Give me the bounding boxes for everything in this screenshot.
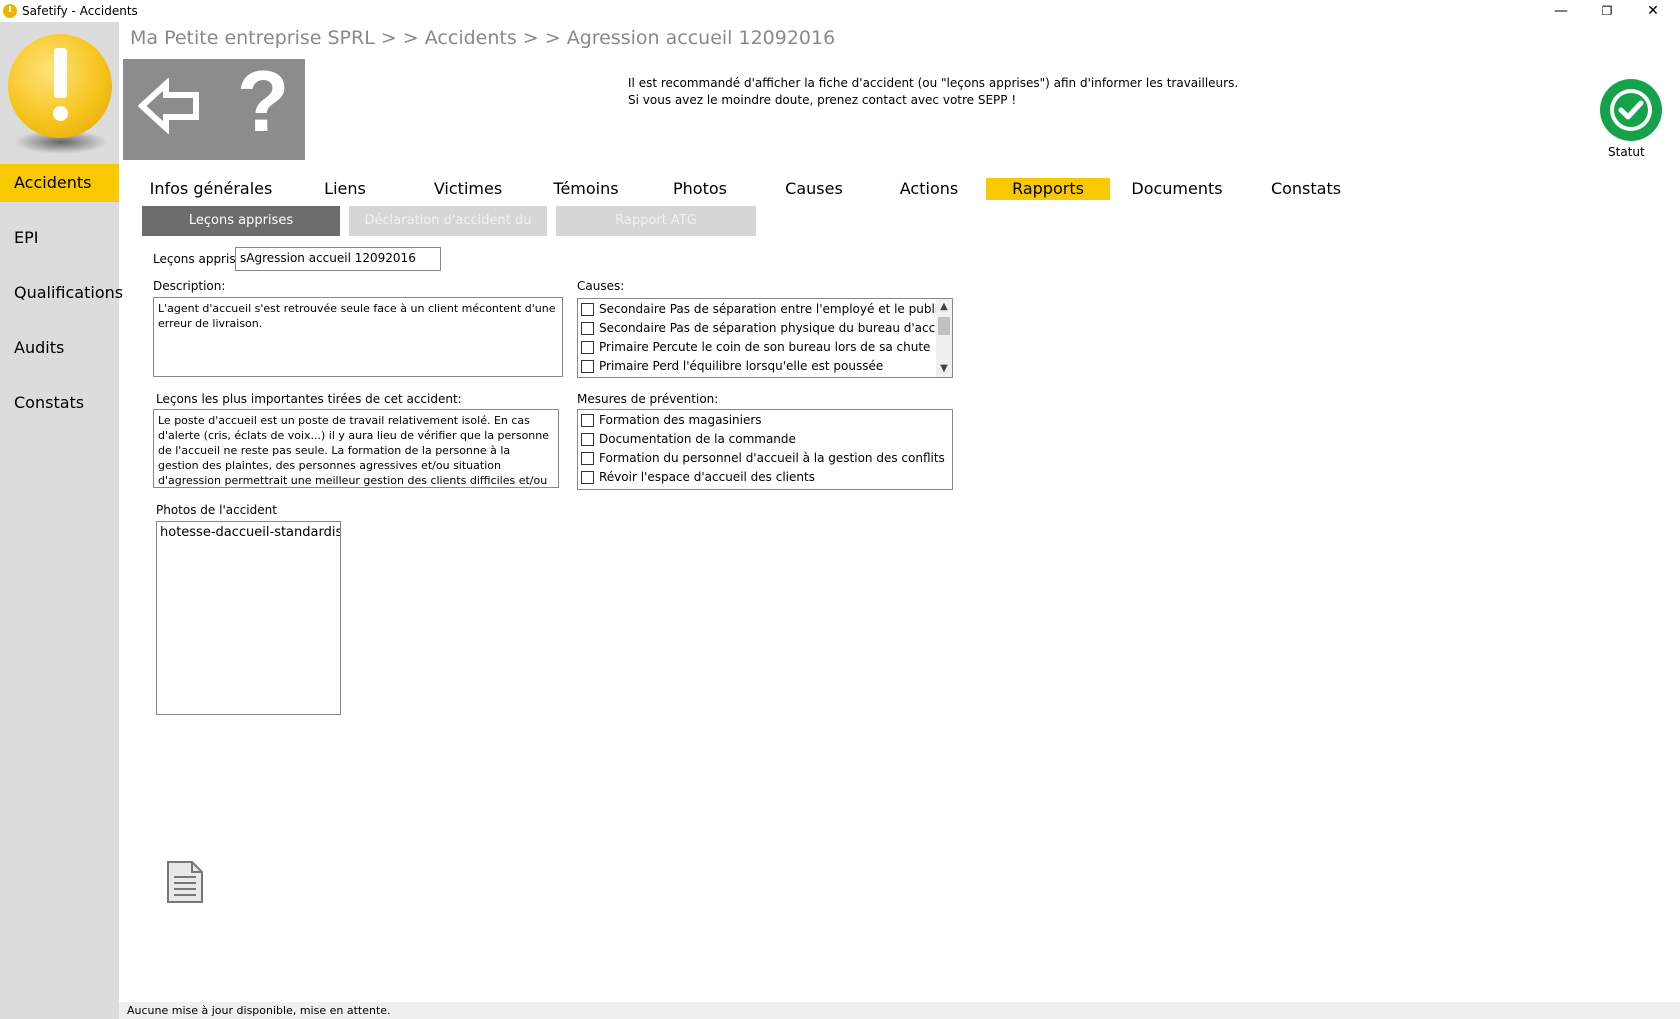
mesure-item[interactable]: Documentation de la commande (581, 430, 796, 449)
photos-label: Photos de l'accident (156, 503, 277, 517)
sidebar-item-epi[interactable]: EPI (0, 219, 119, 257)
status-bar: Aucune mise à jour disponible, mise en a… (119, 1002, 1680, 1019)
scroll-up-icon[interactable]: ▲ (936, 299, 952, 315)
mesures-label: Mesures de prévention: (577, 392, 719, 406)
notice-line-1: Il est recommandé d'afficher la fiche d'… (628, 76, 1239, 90)
sidebar-item-label: Constats (14, 393, 85, 412)
photo-item[interactable]: hotesse-daccueil-standardiste (160, 525, 340, 540)
window-title: Safetify - Accidents (22, 4, 138, 18)
sidebar-item-label: Audits (14, 338, 65, 357)
causes-list[interactable]: Secondaire Pas de séparation entre l'emp… (577, 298, 953, 378)
notice-text: Il est recommandé d'afficher la fiche d'… (628, 75, 1238, 109)
cause-text: Primaire Percute le coin de son bureau l… (599, 340, 931, 354)
tab-liens[interactable]: Liens (310, 178, 380, 200)
description-label: Description: (153, 279, 226, 293)
cause-item[interactable]: Primaire Percute le coin de son bureau l… (581, 338, 930, 357)
mesure-text: Révoir l'espace d'accueil des clients (599, 470, 815, 484)
cause-text: Primaire Perd l'équilibre lorsqu'elle es… (599, 359, 884, 373)
help-icon[interactable]: ? (228, 59, 298, 145)
sidebar-item-label: EPI (14, 228, 39, 247)
checkbox[interactable] (581, 341, 594, 354)
tab-temoins[interactable]: Témoins (536, 178, 636, 200)
checkbox[interactable] (581, 303, 594, 316)
important-lessons-textarea[interactable]: Le poste d'accueil est un poste de trava… (153, 409, 559, 488)
important-lessons-label: Leçons les plus importantes tirées de ce… (156, 392, 462, 406)
warning-logo-icon (8, 34, 112, 138)
mesures-list[interactable]: Formation des magasiniers Documentation … (577, 409, 953, 490)
cause-item[interactable]: Secondaire Pas de séparation entre l'emp… (581, 300, 945, 319)
status-check-icon[interactable] (1600, 79, 1662, 141)
subtab-rapport-atg[interactable]: Rapport ATG (556, 206, 756, 236)
tab-actions[interactable]: Actions (885, 178, 973, 200)
scroll-thumb[interactable] (938, 317, 950, 335)
sidebar-item-accidents[interactable]: Accidents (0, 164, 119, 202)
subtab-declaration-accident[interactable]: Déclaration d'accident du (349, 206, 547, 236)
sidebar-item-label: Accidents (14, 173, 92, 192)
checkbox[interactable] (581, 452, 594, 465)
mesure-item[interactable]: Formation des magasiniers (581, 411, 762, 430)
mesure-item[interactable]: Révoir l'espace d'accueil des clients (581, 468, 815, 487)
cause-text: Secondaire Pas de séparation entre l'emp… (599, 302, 945, 316)
document-icon[interactable] (166, 860, 204, 904)
notice-line-2: Si vous avez le moindre doute, prenez co… (628, 93, 1017, 107)
cause-item[interactable]: Primaire Perd l'équilibre lorsqu'elle es… (581, 357, 883, 376)
tab-causes[interactable]: Causes (770, 178, 858, 200)
minimize-button[interactable]: — (1538, 0, 1584, 22)
breadcrumb: Ma Petite entreprise SPRL > > Accidents … (130, 27, 836, 49)
sidebar: Accidents EPI Qualifications Audits Cons… (0, 22, 123, 1019)
mesure-item[interactable]: Formation du personnel d'accueil à la ge… (581, 449, 945, 468)
sidebar-item-constats[interactable]: Constats (0, 384, 119, 422)
subtab-lecons-apprises[interactable]: Leçons apprises (142, 206, 340, 236)
tab-rapports[interactable]: Rapports (986, 178, 1110, 200)
tab-infos-generales[interactable]: Infos générales (140, 178, 282, 200)
description-textarea[interactable]: L'agent d'accueil s'est retrouvée seule … (153, 297, 563, 377)
sidebar-item-qualifications[interactable]: Qualifications (0, 274, 123, 312)
back-arrow-icon[interactable] (138, 78, 200, 134)
scroll-down-icon[interactable]: ▼ (936, 361, 952, 377)
mesure-text: Documentation de la commande (599, 432, 796, 446)
tab-photos[interactable]: Photos (655, 178, 745, 200)
photos-list[interactable]: hotesse-daccueil-standardiste (156, 521, 341, 715)
sidebar-item-audits[interactable]: Audits (0, 329, 119, 367)
app-logo-icon (3, 4, 17, 18)
restore-button[interactable]: ❐ (1584, 0, 1630, 22)
tab-victimes[interactable]: Victimes (418, 178, 518, 200)
mesure-text: Formation des magasiniers (599, 413, 762, 427)
checkbox[interactable] (581, 414, 594, 427)
status-label: Statut (1608, 145, 1645, 159)
tab-constats[interactable]: Constats (1258, 178, 1354, 200)
checkbox[interactable] (581, 471, 594, 484)
sidebar-item-label: Qualifications (14, 283, 124, 302)
checkbox[interactable] (581, 322, 594, 335)
lecons-apprises-input[interactable]: sAgression accueil 12092016 (235, 247, 441, 271)
mesure-text: Formation du personnel d'accueil à la ge… (599, 451, 945, 465)
causes-label: Causes: (577, 279, 625, 293)
title-bar: Safetify - Accidents — ❐ ✕ (0, 0, 1680, 22)
cause-item[interactable]: Secondaire Pas de séparation physique du… (581, 319, 953, 338)
causes-scrollbar[interactable]: ▲ ▼ (936, 299, 952, 377)
cause-text: Secondaire Pas de séparation physique du… (599, 321, 953, 335)
tab-documents[interactable]: Documents (1127, 178, 1227, 200)
close-button[interactable]: ✕ (1630, 0, 1676, 22)
checkbox[interactable] (581, 360, 594, 373)
checkbox[interactable] (581, 433, 594, 446)
